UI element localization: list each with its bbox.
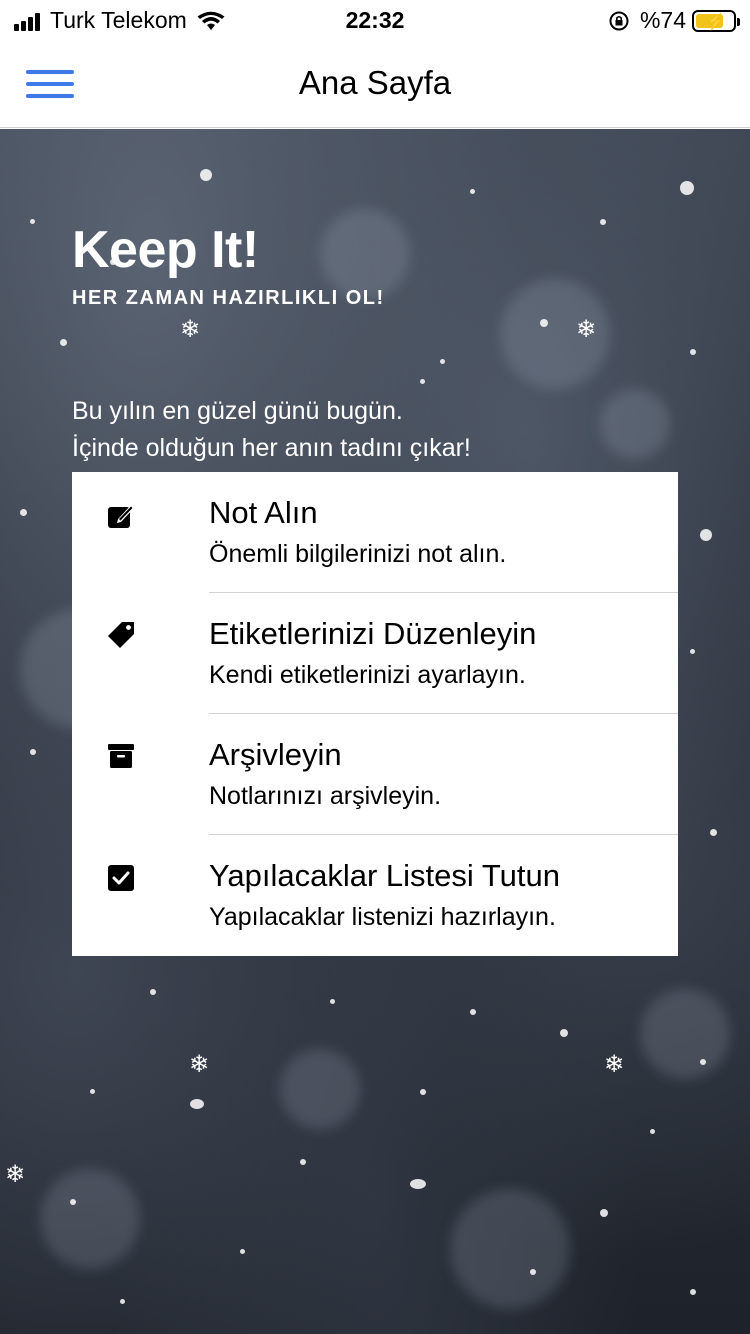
- feature-title: Yapılacaklar Listesi Tutun: [209, 858, 560, 893]
- battery-percent: %74: [639, 7, 686, 33]
- feature-description: Yapılacaklar listenizi hazırlayın.: [209, 903, 556, 931]
- feature-list: Not Alın Önemli bilgilerinizi not alın. …: [72, 472, 678, 956]
- app-subtitle: HER ZAMAN HAZIRLIKLI OL!: [72, 287, 385, 309]
- status-right: %74 ⚡: [608, 7, 740, 34]
- page-title: Ana Sayfa: [298, 64, 452, 101]
- nav-bar: Ana Sayfa: [0, 40, 750, 128]
- status-bar: Turk Telekom 22:32 %74 ⚡: [0, 0, 750, 40]
- feature-title: Arşivleyin: [209, 737, 342, 772]
- edit-note-icon: [108, 505, 134, 528]
- feature-title: Not Alın: [209, 495, 318, 530]
- archive-icon: [108, 744, 134, 768]
- battery-icon: ⚡: [692, 9, 740, 32]
- feature-item-etiketler[interactable]: Etiketlerinizi Düzenleyin Kendi etiketle…: [72, 593, 678, 714]
- feature-item-not-alin[interactable]: Not Alın Önemli bilgilerinizi not alın.: [72, 472, 678, 593]
- tag-icon: [108, 622, 134, 648]
- intro-line-2: İçinde olduğun her anın tadını çıkar!: [72, 434, 471, 462]
- app-title: Keep It!: [72, 221, 259, 279]
- feature-description: Notlarınızı arşivleyin.: [209, 782, 442, 810]
- feature-title: Etiketlerinizi Düzenleyin: [209, 616, 537, 651]
- rotation-lock-icon: [609, 11, 629, 30]
- feature-item-arsivleyin[interactable]: Arşivleyin Notlarınızı arşivleyin.: [72, 714, 678, 835]
- checkbox-icon: [108, 865, 134, 891]
- feature-description: Önemli bilgilerinizi not alın.: [209, 540, 507, 568]
- feature-item-yapilacaklar[interactable]: Yapılacaklar Listesi Tutun Yapılacaklar …: [72, 835, 678, 956]
- feature-description: Kendi etiketlerinizi ayarlayın.: [209, 661, 526, 689]
- intro-line-1: Bu yılın en güzel günü bugün.: [72, 397, 403, 425]
